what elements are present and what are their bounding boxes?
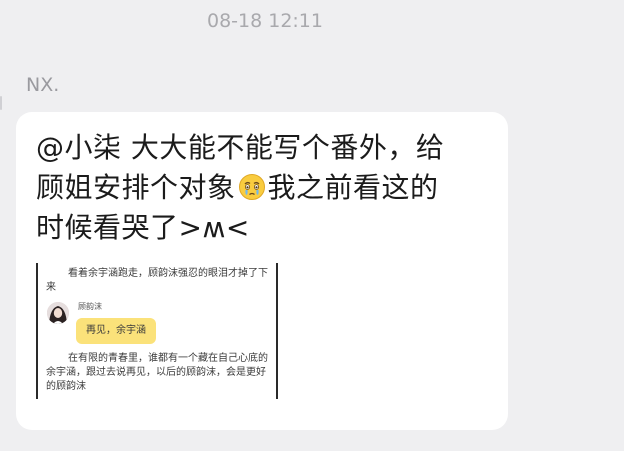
- message-bubble[interactable]: @小柒 大大能不能写个番外，给 顾姐安排个对象 我之前看这的 时候看哭了>ʍ< …: [16, 112, 508, 430]
- card-border-left: [36, 263, 38, 399]
- story-paragraph-2: 在有限的青春里，谁都有一个藏在自己心底的余宇涵，跟过去说再见，以后的顾韵沫，会是…: [46, 353, 268, 392]
- message-line-1: @小柒 大大能不能写个番外，给: [36, 131, 445, 164]
- message-line-3: 时候看哭了>ʍ<: [36, 211, 250, 244]
- speech-bubble: 再见，余宇涵: [76, 318, 156, 344]
- divider: [0, 96, 2, 110]
- avatar: [47, 302, 69, 324]
- message-line-2-b: 我之前看这的: [267, 171, 439, 204]
- message-line-2: 顾姐安排个对象 我之前看这的: [36, 168, 498, 208]
- sender-name[interactable]: NX.: [26, 74, 59, 96]
- message-timestamp: 08-18 12:11: [206, 10, 323, 32]
- speaker-name: 顾韵沫: [78, 302, 102, 311]
- message-line-2-a: 顾姐安排个对象: [36, 171, 236, 204]
- quoted-screenshot-image[interactable]: 看着余宇涵跑走，顾韵沫强忍的眼泪才掉了下来 顾韵沫 再见，余宇涵 在有限的青春里…: [36, 263, 278, 399]
- story-paragraph-1: 看着余宇涵跑走，顾韵沫强忍的眼泪才掉了下来: [46, 268, 268, 293]
- card-border-right: [276, 263, 278, 399]
- message-text: @小柒 大大能不能写个番外，给 顾姐安排个对象 我之前看这的 时候看哭了>ʍ<: [36, 128, 498, 248]
- crying-face-icon: [238, 172, 266, 200]
